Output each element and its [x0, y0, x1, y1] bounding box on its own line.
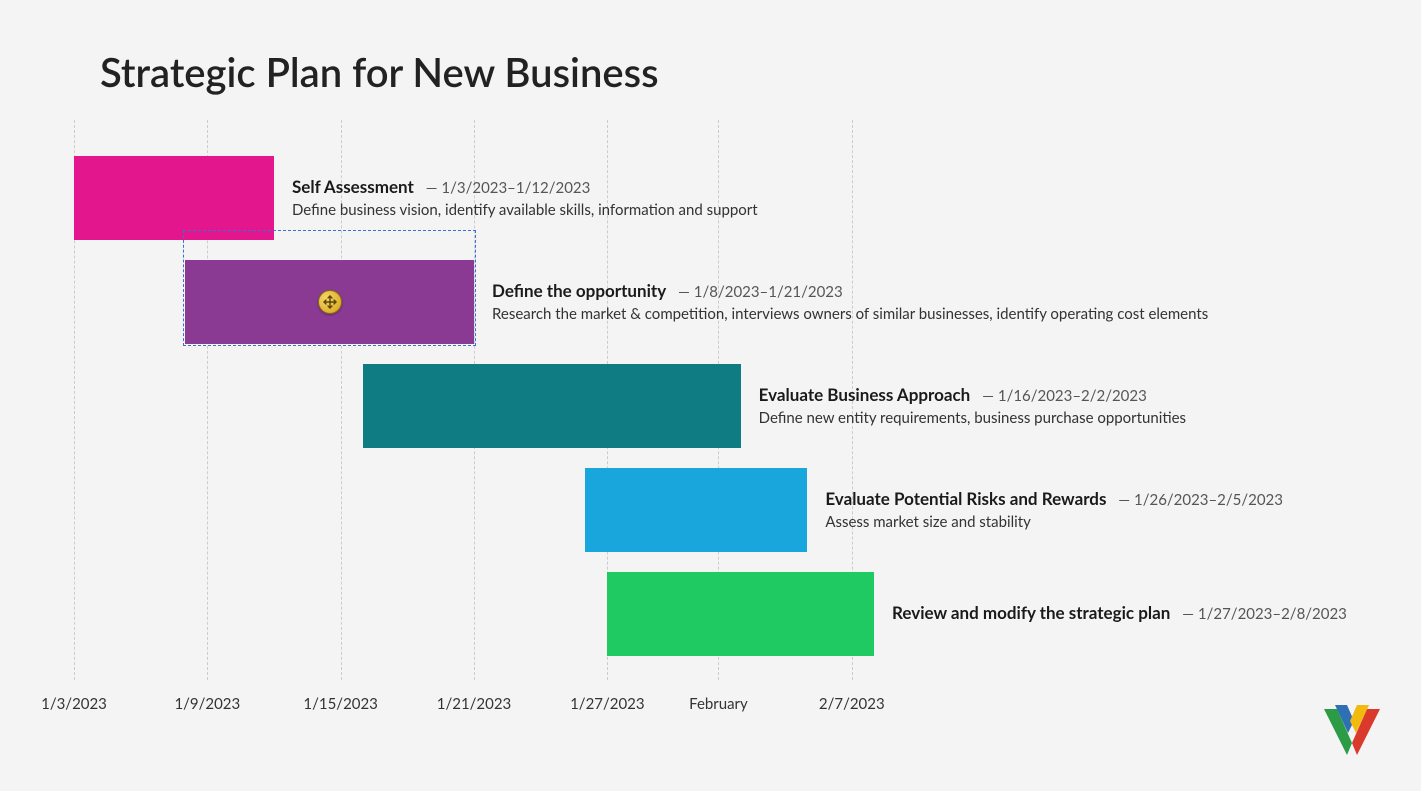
gantt-bar-title: Evaluate Potential Risks and Rewards [825, 488, 1106, 509]
gantt-bar[interactable] [607, 572, 874, 656]
gantt-bar[interactable] [74, 156, 274, 240]
axis-tick-label: 2/7/2023 [819, 695, 885, 713]
gantt-bar-dates: — 1/26/2023–2/5/2023 [1114, 491, 1283, 509]
gantt-bar-dates: — 1/16/2023–2/2/2023 [978, 387, 1147, 405]
gantt-bar-description: Research the market & competition, inter… [492, 305, 1208, 323]
gantt-bar-label: Define the opportunity — 1/8/2023–1/21/2… [492, 280, 1208, 323]
gantt-bar[interactable] [585, 468, 807, 552]
axis-tick-label: 1/15/2023 [303, 695, 377, 713]
gantt-bar[interactable] [185, 260, 474, 344]
axis-tick-label: 1/27/2023 [570, 695, 644, 713]
gantt-bar-title: Evaluate Business Approach [759, 384, 971, 405]
page-title: Strategic Plan for New Business [100, 48, 659, 96]
axis-tick-label: February [689, 695, 748, 713]
gantt-bar-label: Review and modify the strategic plan — 1… [892, 602, 1347, 623]
gantt-bar-dates: — 1/27/2023–2/8/2023 [1178, 605, 1347, 623]
axis-tick-label: 1/21/2023 [437, 695, 511, 713]
gantt-bar-title: Self Assessment [292, 176, 414, 197]
gantt-bar-description: Define new entity requirements, business… [759, 409, 1186, 427]
gantt-bar-title: Define the opportunity [492, 280, 666, 301]
gantt-bar-dates: — 1/8/2023–1/21/2023 [674, 283, 843, 301]
gantt-bar-description: Define business vision, identify availab… [292, 201, 758, 219]
axis-tick-label: 1/3/2023 [41, 695, 107, 713]
gantt-bar-dates: — 1/3/2023–1/12/2023 [422, 179, 591, 197]
brand-logo [1321, 703, 1383, 761]
gantt-bar[interactable] [363, 364, 741, 448]
gantt-bar-label: Evaluate Business Approach — 1/16/2023–2… [759, 384, 1186, 427]
gantt-bar-label: Self Assessment — 1/3/2023–1/12/2023 Defi… [292, 176, 758, 219]
gantt-bar-description: Assess market size and stability [825, 513, 1283, 531]
gantt-bar-title: Review and modify the strategic plan [892, 602, 1170, 623]
gantt-chart[interactable]: 1/3/20231/9/20231/15/20231/21/20231/27/2… [74, 120, 874, 680]
gantt-bar-label: Evaluate Potential Risks and Rewards — 1… [825, 488, 1283, 531]
axis-tick-label: 1/9/2023 [174, 695, 240, 713]
